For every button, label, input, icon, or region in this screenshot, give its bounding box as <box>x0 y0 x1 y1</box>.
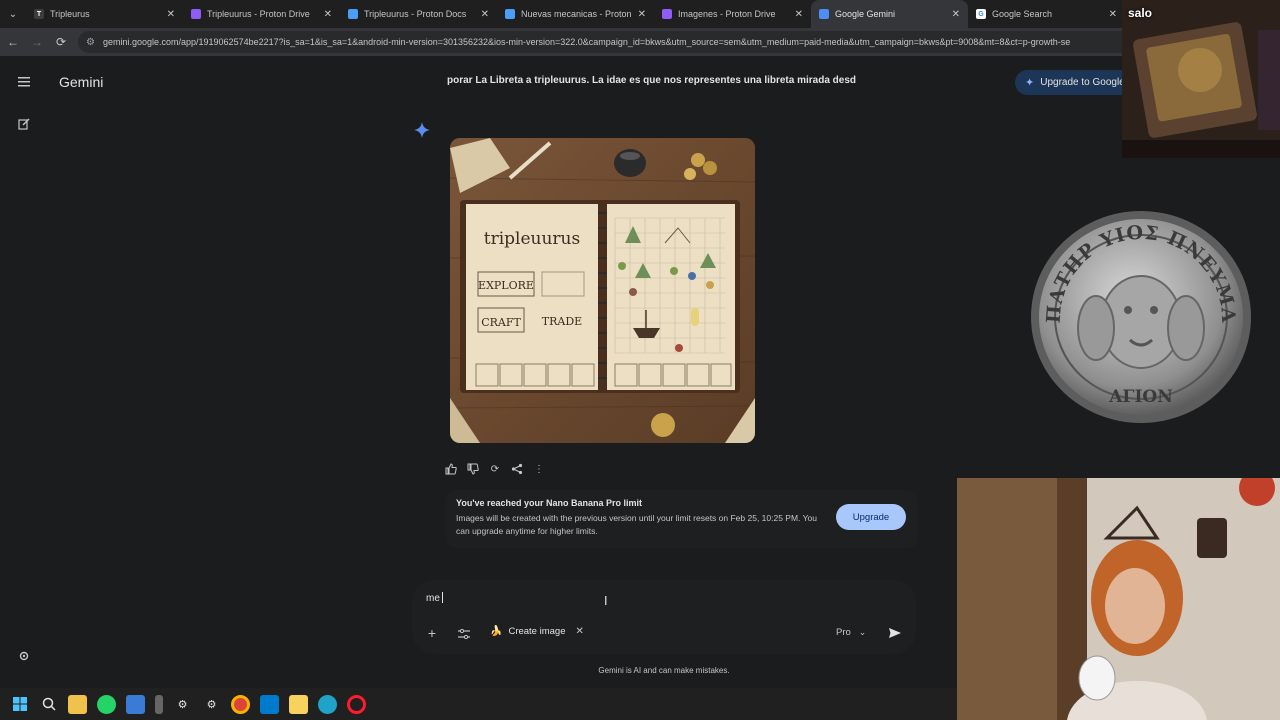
thumbs-up-icon[interactable] <box>444 461 458 477</box>
remove-chip-icon[interactable]: ✕ <box>575 626 583 637</box>
forward-icon[interactable]: → <box>30 35 44 49</box>
browser-tab[interactable]: Nuevas mecanicas - Proton Do ✕ <box>497 0 654 28</box>
webcam-overlay <box>957 478 1280 720</box>
tab-favicon-icon: T <box>34 9 44 19</box>
tab-favicon-icon: G <box>976 9 986 19</box>
recorder-icon[interactable]: ⚙ <box>202 695 221 714</box>
browser-tab[interactable]: Imagenes - Proton Drive ✕ <box>654 0 811 28</box>
sticky-notes-icon[interactable] <box>289 694 308 714</box>
url-text: gemini.google.com/app/1919062574be2217?i… <box>102 37 1071 47</box>
browser-tab[interactable]: Tripleuurus - Proton Drive ✕ <box>183 0 340 28</box>
new-chat-icon[interactable] <box>14 114 34 134</box>
opera-icon[interactable] <box>347 694 366 714</box>
coin-on-table <box>651 413 675 437</box>
tab-favicon-icon <box>505 9 515 19</box>
tab-favicon-icon <box>348 9 358 19</box>
prompt-input[interactable]: me <box>426 592 443 604</box>
create-image-label: Create image <box>508 626 566 637</box>
tab-close-icon[interactable]: ✕ <box>638 9 646 20</box>
regenerate-icon[interactable]: ⟳ <box>488 461 502 477</box>
tab-close-icon[interactable]: ✕ <box>324 9 332 20</box>
disclaimer: Gemini is AI and can make mistakes. <box>598 666 730 675</box>
site-info-icon[interactable]: ⚙ <box>86 37 95 48</box>
window-icon[interactable] <box>126 694 145 714</box>
browser-tab[interactable]: G Google Search ✕ <box>968 0 1125 28</box>
trade-label: TRADE <box>542 315 582 328</box>
tab-favicon-icon <box>662 9 672 19</box>
model-label: Pro <box>836 627 851 638</box>
reload-icon[interactable]: ⟳ <box>54 35 68 49</box>
send-icon[interactable] <box>888 626 902 640</box>
tab-title: Nuevas mecanicas - Proton Do <box>521 9 632 19</box>
sidebar <box>0 56 48 688</box>
text-caret <box>441 592 443 603</box>
text-cursor-icon: I <box>604 594 608 608</box>
limit-body: Images will be created with the previous… <box>456 513 817 536</box>
generated-image[interactable]: tripleuurus EXPLORE CRAFT TRADE <box>450 138 755 443</box>
stream-badge: salo <box>1128 6 1153 20</box>
taskbar: ⚙ ⚙ <box>0 688 957 720</box>
explore-label: EXPLORE <box>478 279 534 292</box>
create-image-chip[interactable]: 🍌 Create image ✕ <box>490 626 584 637</box>
back-icon[interactable]: ← <box>6 35 20 49</box>
tab-title: Google Gemini <box>835 9 896 19</box>
upgrade-top-label: Upgrade to Google <box>1040 77 1125 88</box>
tools-icon[interactable] <box>458 628 470 640</box>
tab-title: Tripleuurus - Proton Drive <box>207 9 310 19</box>
tab-title: Imagenes - Proton Drive <box>678 9 776 19</box>
tab-title: Google Search <box>992 9 1053 19</box>
user-message: porar La Libreta a tripleuurus. La idae … <box>447 75 857 86</box>
tab-favicon-icon <box>819 9 829 19</box>
edge-icon[interactable] <box>318 694 337 714</box>
tab-close-icon[interactable]: ✕ <box>1109 9 1117 20</box>
tab-strip: ⌄ T Tripleurus ✕ Tripleuurus - Proton Drive… <box>0 0 1280 28</box>
gemini-spark-icon <box>414 122 430 138</box>
address-bar[interactable]: ⚙ gemini.google.com/app/1919062574be2217… <box>78 31 1274 53</box>
chatgpt-icon[interactable]: ⚙ <box>173 695 192 714</box>
tab-title: Tripleurus <box>50 9 90 19</box>
whatsapp-icon[interactable] <box>97 694 116 714</box>
more-options-icon[interactable]: ⋮ <box>532 461 546 477</box>
menu-icon[interactable] <box>14 72 34 92</box>
tab-close-icon[interactable]: ✕ <box>167 9 175 20</box>
settings-icon[interactable] <box>14 646 34 666</box>
craft-label: CRAFT <box>481 316 521 329</box>
coin-bottom-inscription: ΑΓΙΟΝ <box>1108 387 1173 407</box>
share-icon[interactable] <box>510 461 524 477</box>
notebook-illustration: tripleuurus EXPLORE CRAFT TRADE <box>450 138 755 443</box>
thumbs-down-icon[interactable] <box>466 461 480 477</box>
chevron-down-icon: ⌄ <box>858 627 867 637</box>
tab-search-icon[interactable]: ⌄ <box>0 0 26 28</box>
app-title[interactable]: Gemini <box>59 74 103 90</box>
file-explorer-icon[interactable] <box>68 694 87 714</box>
prompt-composer[interactable]: me + 🍌 Create image ✕ Pro ⌄ <box>412 580 916 654</box>
response-actions: ⟳ ⋮ <box>444 461 546 477</box>
usb-icon[interactable] <box>155 694 163 714</box>
add-icon[interactable]: + <box>426 625 438 641</box>
notebook-title: tripleuurus <box>484 229 580 249</box>
prompt-input-value: me <box>426 593 440 604</box>
tab-favicon-icon <box>191 9 201 19</box>
browser-tab[interactable]: T Tripleurus ✕ <box>26 0 183 28</box>
tab-title: Tripleuurus - Proton Docs <box>364 9 467 19</box>
stream-art-overlay: salo <box>1122 0 1280 158</box>
browser-tab[interactable]: Tripleuurus - Proton Docs ✕ <box>340 0 497 28</box>
coin-overlay: ΠΑΤΗΡ ΥΙΟΣ ΠΝΕΥΜΑ ΑΓΙΟΝ <box>1030 210 1252 425</box>
model-selector[interactable]: Pro ⌄ <box>836 627 866 638</box>
browser-tab[interactable]: Google Gemini ✕ <box>811 0 968 28</box>
browser-toolbar: ← → ⟳ ⚙ gemini.google.com/app/1919062574… <box>0 28 1280 56</box>
tab-close-icon[interactable]: ✕ <box>481 9 489 20</box>
tab-close-icon[interactable]: ✕ <box>795 9 803 20</box>
banana-icon: 🍌 <box>490 626 503 637</box>
search-icon[interactable] <box>39 695 58 714</box>
upgrade-button[interactable]: Upgrade <box>836 504 906 530</box>
limit-notice: You've reached your Nano Banana Pro limi… <box>446 490 918 548</box>
vscode-icon[interactable] <box>260 694 279 714</box>
sparkle-icon: ✦ <box>1025 77 1035 89</box>
tab-close-icon[interactable]: ✕ <box>952 9 960 20</box>
chrome-icon[interactable] <box>231 694 250 714</box>
windows-start-icon[interactable] <box>10 695 29 714</box>
